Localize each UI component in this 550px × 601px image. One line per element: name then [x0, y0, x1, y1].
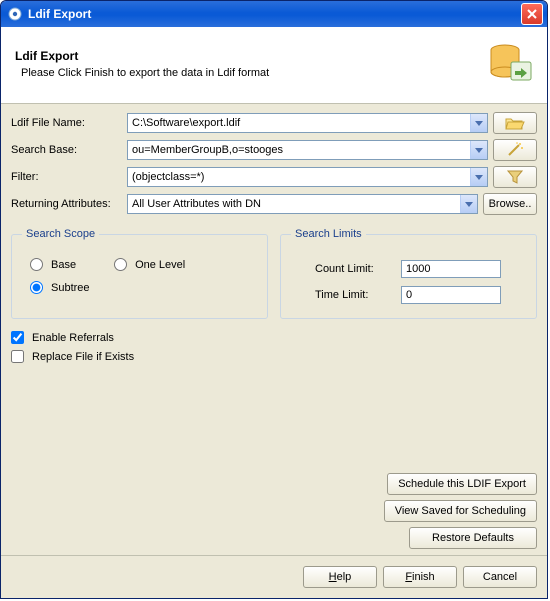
help-button[interactable]: Help	[303, 566, 377, 588]
pick-basedn-button[interactable]	[493, 139, 537, 161]
limits-legend: Search Limits	[291, 228, 366, 240]
open-file-button[interactable]	[493, 112, 537, 134]
titlebar: Ldif Export	[1, 1, 547, 27]
filter-wizard-button[interactable]	[493, 166, 537, 188]
searchbase-combo[interactable]: ou=MemberGroupB,o=stooges	[127, 140, 488, 160]
filename-label: Ldif File Name:	[11, 117, 127, 129]
finish-button[interactable]: Finish	[383, 566, 457, 588]
time-limit-input[interactable]	[401, 286, 501, 304]
window-title: Ldif Export	[28, 7, 521, 21]
enable-referrals-label[interactable]: Enable Referrals	[32, 332, 114, 344]
enable-referrals-checkbox[interactable]	[11, 331, 24, 344]
replace-file-checkbox[interactable]	[11, 350, 24, 363]
searchbase-value: ou=MemberGroupB,o=stooges	[132, 144, 470, 156]
chevron-down-icon[interactable]	[470, 141, 487, 159]
wizard-header: Ldif Export Please Click Finish to expor…	[1, 27, 547, 104]
close-button[interactable]	[521, 3, 543, 25]
filter-value: (objectclass=*)	[132, 171, 470, 183]
attrs-label: Returning Attributes:	[11, 198, 127, 210]
restore-defaults-button[interactable]: Restore Defaults	[409, 527, 537, 549]
page-title: Ldif Export	[15, 49, 477, 63]
filter-label: Filter:	[11, 171, 127, 183]
view-saved-button[interactable]: View Saved for Scheduling	[384, 500, 537, 522]
export-illustration-icon	[485, 40, 533, 88]
chevron-down-icon[interactable]	[460, 195, 477, 213]
scope-base-radio[interactable]: Base	[30, 258, 76, 271]
replace-file-label[interactable]: Replace File if Exists	[32, 351, 134, 363]
filter-combo[interactable]: (objectclass=*)	[127, 167, 488, 187]
count-limit-label: Count Limit:	[315, 263, 393, 275]
chevron-down-icon[interactable]	[470, 168, 487, 186]
app-icon	[7, 6, 23, 22]
page-subtitle: Please Click Finish to export the data i…	[15, 67, 477, 79]
scope-group: Search Scope Base One Level Subtree	[11, 228, 268, 319]
cancel-button[interactable]: Cancel	[463, 566, 537, 588]
scope-legend: Search Scope	[22, 228, 99, 240]
funnel-icon	[507, 170, 523, 184]
attrs-combo[interactable]: All User Attributes with DN	[127, 194, 478, 214]
wizard-footer: Help Finish Cancel	[1, 555, 547, 598]
count-limit-input[interactable]	[401, 260, 501, 278]
filename-combo[interactable]: C:\Software\export.ldif	[127, 113, 488, 133]
time-limit-label: Time Limit:	[315, 289, 393, 301]
scope-onelevel-radio[interactable]: One Level	[114, 258, 185, 271]
folder-open-icon	[505, 116, 525, 130]
limits-group: Search Limits Count Limit: Time Limit:	[280, 228, 537, 319]
schedule-export-button[interactable]: Schedule this LDIF Export	[387, 473, 537, 495]
filename-value: C:\Software\export.ldif	[132, 117, 470, 129]
wand-icon	[506, 142, 524, 158]
browse-attrs-button[interactable]: Browse..	[483, 193, 537, 215]
attrs-value: All User Attributes with DN	[132, 198, 460, 210]
chevron-down-icon[interactable]	[470, 114, 487, 132]
scope-subtree-radio[interactable]: Subtree	[30, 281, 257, 294]
searchbase-label: Search Base:	[11, 144, 127, 156]
